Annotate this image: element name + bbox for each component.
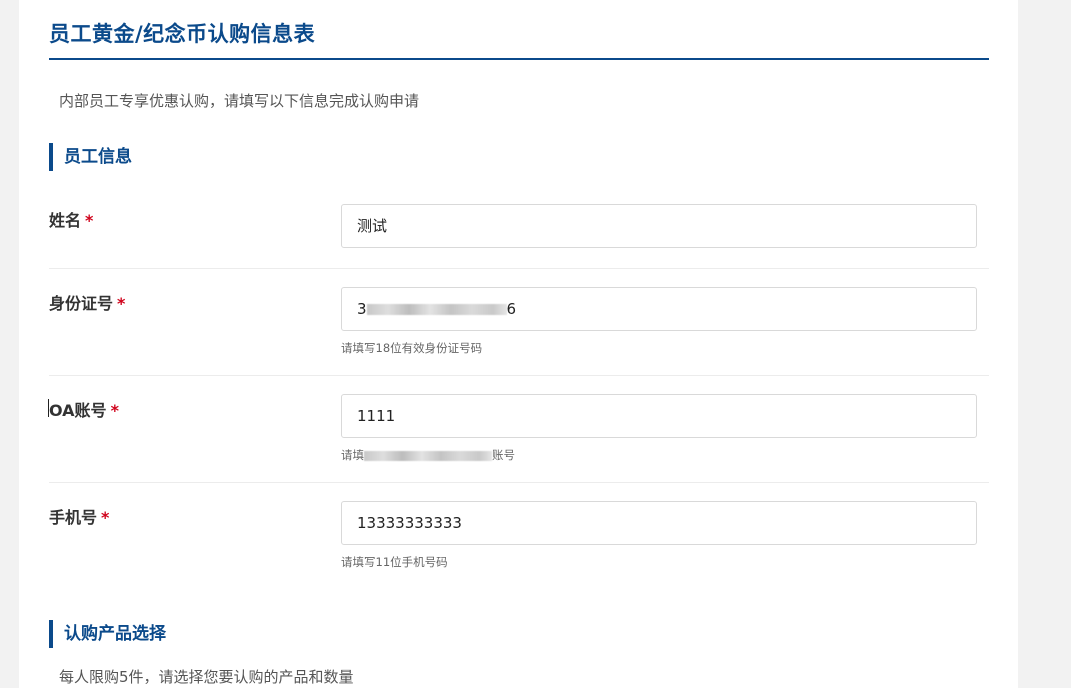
oa-hint-suffix: 账号 (492, 448, 515, 462)
row-divider (49, 268, 989, 269)
id-card-label-text: 身份证号 (49, 294, 114, 313)
oa-label-text: OA账号 (49, 401, 107, 420)
row-divider (49, 482, 989, 483)
oa-hint-prefix: 请填 (341, 448, 364, 462)
page-title: 员工黄金/纪念币认购信息表 (49, 22, 316, 46)
name-input-value: 测试 (357, 217, 388, 235)
id-card-value-suffix: 6 (506, 300, 517, 318)
phone-label-text: 手机号 (49, 508, 98, 527)
phone-hint: 请填写11位手机号码 (341, 555, 448, 569)
purchase-limit-note: 每人限购5件，请选择您要认购的产品和数量 (59, 668, 354, 686)
section-product-selection: 认购产品选择 (49, 620, 166, 648)
id-card-hint: 请填写18位有效身份证号码 (341, 341, 483, 355)
oa-hint: 请填 账号 (341, 447, 515, 463)
required-mark: * (101, 508, 110, 527)
title-divider (49, 58, 989, 60)
id-card-label: 身份证号 * (49, 290, 125, 314)
page-subtitle: 内部员工专享优惠认购，请填写以下信息完成认购申请 (59, 92, 420, 110)
row-divider (49, 375, 989, 376)
oa-input[interactable]: 1111 (341, 394, 977, 438)
redacted-blur (364, 450, 492, 461)
redacted-blur (366, 304, 507, 315)
name-label: 姓名 * (49, 207, 93, 231)
name-input[interactable]: 测试 (341, 204, 977, 248)
phone-input[interactable]: 13333333333 (341, 501, 977, 545)
id-card-value-prefix: 3 (357, 300, 367, 318)
section-employee-info: 员工信息 (49, 143, 132, 171)
form-card: 员工黄金/纪念币认购信息表 内部员工专享优惠认购，请填写以下信息完成认购申请 员… (19, 0, 1018, 688)
required-mark: * (117, 294, 126, 313)
name-label-text: 姓名 (49, 211, 82, 230)
required-mark: * (85, 211, 94, 230)
oa-label: OA账号 * (49, 397, 119, 421)
id-card-input[interactable]: 36 (341, 287, 977, 331)
required-mark: * (110, 401, 119, 420)
phone-label: 手机号 * (49, 504, 109, 528)
oa-input-value: 1111 (357, 407, 396, 425)
phone-input-value: 13333333333 (357, 514, 462, 532)
